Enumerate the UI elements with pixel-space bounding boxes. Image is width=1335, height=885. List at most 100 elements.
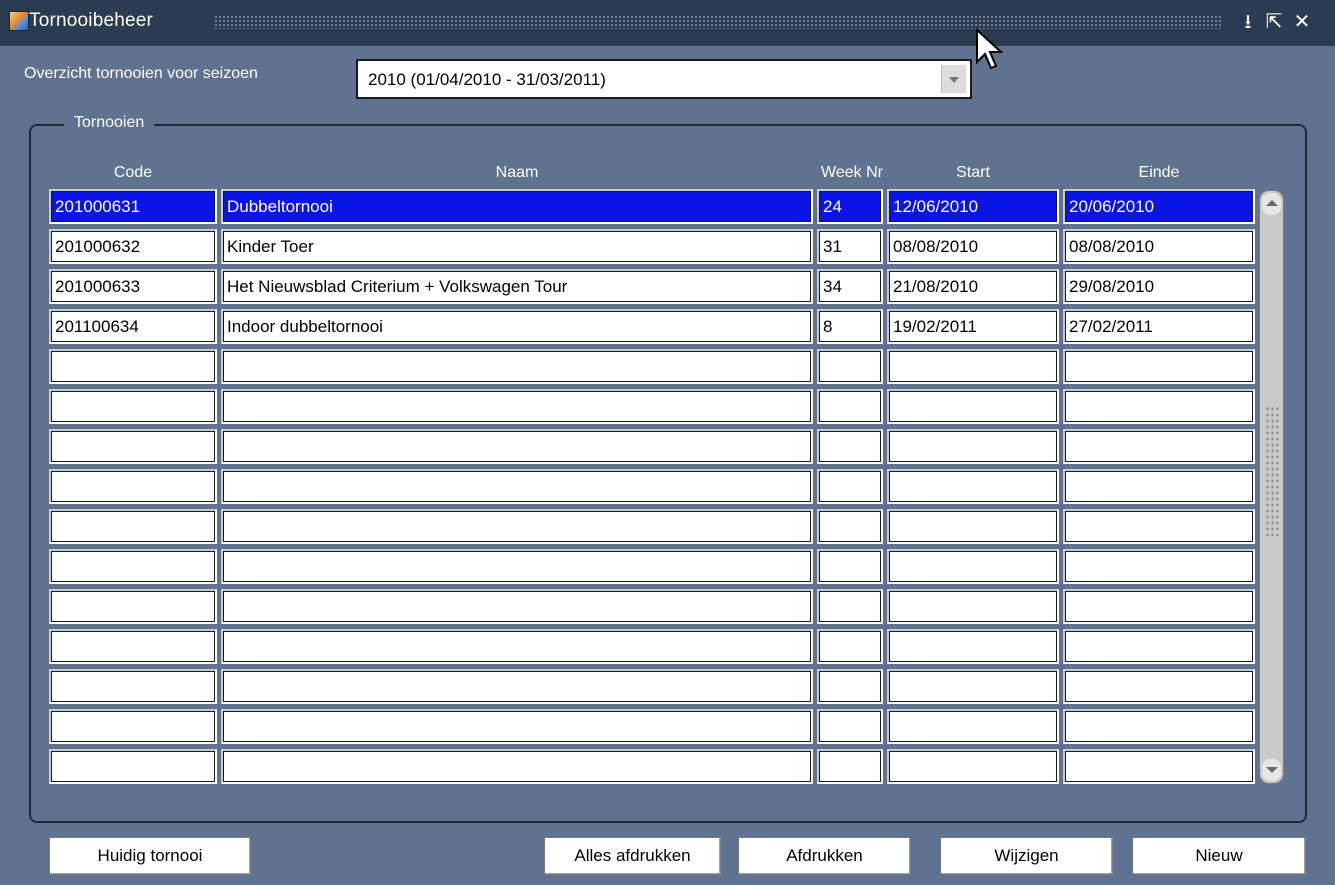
cell-naam[interactable] [221, 749, 813, 784]
cell-week[interactable]: 31 [817, 229, 883, 264]
table-row[interactable] [49, 549, 1255, 587]
cell-einde[interactable] [1063, 429, 1255, 464]
cell-week[interactable]: 24 [817, 189, 883, 224]
cell-code[interactable] [49, 749, 217, 784]
cell-week[interactable] [817, 709, 883, 744]
cell-naam[interactable] [221, 389, 813, 424]
table-row[interactable]: 201000632 Kinder Toer 31 08/08/2010 08/0… [49, 229, 1255, 267]
cell-naam[interactable] [221, 429, 813, 464]
cell-code[interactable] [49, 709, 217, 744]
cell-einde[interactable]: 20/06/2010 [1063, 189, 1255, 224]
table-row[interactable] [49, 469, 1255, 507]
maximize-icon[interactable]: ⇱ [1264, 12, 1284, 32]
scroll-down-icon[interactable] [1262, 759, 1281, 781]
cell-week[interactable]: 34 [817, 269, 883, 304]
cell-naam[interactable] [221, 509, 813, 544]
cell-code[interactable] [49, 429, 217, 464]
cell-naam[interactable] [221, 669, 813, 704]
cell-code[interactable] [49, 589, 217, 624]
table-row[interactable] [49, 389, 1255, 427]
cell-einde[interactable] [1063, 469, 1255, 504]
cell-naam[interactable] [221, 549, 813, 584]
print-button[interactable]: Afdrukken [738, 837, 911, 875]
cell-week[interactable] [817, 509, 883, 544]
table-row[interactable] [49, 749, 1255, 787]
cell-naam[interactable]: Kinder Toer [221, 229, 813, 264]
cell-einde[interactable] [1063, 589, 1255, 624]
scroll-up-icon[interactable] [1262, 193, 1281, 215]
cell-start[interactable] [887, 749, 1059, 784]
close-icon[interactable]: ✕ [1292, 12, 1312, 32]
table-row[interactable] [49, 349, 1255, 387]
cell-code[interactable] [49, 549, 217, 584]
cell-einde[interactable]: 27/02/2011 [1063, 309, 1255, 344]
minimize-icon[interactable]: ⭳ [1238, 12, 1258, 32]
edit-button[interactable]: Wijzigen [940, 837, 1113, 875]
cell-code[interactable] [49, 469, 217, 504]
cell-einde[interactable] [1063, 509, 1255, 544]
cell-einde[interactable] [1063, 709, 1255, 744]
cell-start[interactable] [887, 629, 1059, 664]
cell-naam[interactable] [221, 629, 813, 664]
cell-naam[interactable]: Het Nieuwsblad Criterium + Volkswagen To… [221, 269, 813, 304]
title-bar[interactable]: Tornooibeheer ⭳ ⇱ ✕ [0, 0, 1335, 46]
table-scrollbar[interactable] [1259, 190, 1284, 784]
cell-start[interactable]: 08/08/2010 [887, 229, 1059, 264]
cell-week[interactable] [817, 669, 883, 704]
cell-start[interactable] [887, 549, 1059, 584]
cell-naam[interactable]: Dubbeltornooi [221, 189, 813, 224]
cell-week[interactable] [817, 629, 883, 664]
cell-start[interactable] [887, 589, 1059, 624]
cell-week[interactable]: 8 [817, 309, 883, 344]
cell-einde[interactable] [1063, 549, 1255, 584]
cell-einde[interactable] [1063, 629, 1255, 664]
cell-start[interactable] [887, 349, 1059, 384]
new-button[interactable]: Nieuw [1132, 837, 1306, 875]
table-row[interactable]: 201000631 Dubbeltornooi 24 12/06/2010 20… [49, 189, 1255, 227]
cell-einde[interactable] [1063, 389, 1255, 424]
cell-code[interactable] [49, 669, 217, 704]
table-row[interactable] [49, 509, 1255, 547]
cell-week[interactable] [817, 749, 883, 784]
title-bar-drag-area[interactable] [214, 15, 1222, 29]
cell-start[interactable] [887, 469, 1059, 504]
cell-einde[interactable] [1063, 749, 1255, 784]
table-row[interactable]: 201000633 Het Nieuwsblad Criterium + Vol… [49, 269, 1255, 307]
cell-einde[interactable]: 29/08/2010 [1063, 269, 1255, 304]
cell-start[interactable] [887, 509, 1059, 544]
cell-start[interactable] [887, 669, 1059, 704]
cell-naam[interactable] [221, 589, 813, 624]
cell-start[interactable]: 21/08/2010 [887, 269, 1059, 304]
cell-code[interactable]: 201000631 [49, 189, 217, 224]
table-row[interactable] [49, 429, 1255, 467]
table-row[interactable] [49, 669, 1255, 707]
table-row[interactable] [49, 629, 1255, 667]
cell-code[interactable] [49, 629, 217, 664]
cell-start[interactable]: 12/06/2010 [887, 189, 1059, 224]
cell-code[interactable] [49, 389, 217, 424]
cell-week[interactable] [817, 389, 883, 424]
table-row[interactable]: 201100634 Indoor dubbeltornooi 8 19/02/2… [49, 309, 1255, 347]
cell-week[interactable] [817, 469, 883, 504]
cell-start[interactable] [887, 429, 1059, 464]
cell-naam[interactable] [221, 709, 813, 744]
cell-start[interactable] [887, 389, 1059, 424]
cell-code[interactable]: 201000633 [49, 269, 217, 304]
chevron-down-icon[interactable] [941, 65, 966, 93]
cell-naam[interactable] [221, 349, 813, 384]
cell-naam[interactable]: Indoor dubbeltornooi [221, 309, 813, 344]
cell-einde[interactable]: 08/08/2010 [1063, 229, 1255, 264]
cell-code[interactable] [49, 349, 217, 384]
print-all-button[interactable]: Alles afdrukken [544, 837, 721, 875]
season-select[interactable]: 2010 (01/04/2010 - 31/03/2011) [356, 59, 972, 99]
cell-code[interactable] [49, 509, 217, 544]
current-tournament-button[interactable]: Huidig tornooi [49, 837, 251, 875]
cell-code[interactable]: 201100634 [49, 309, 217, 344]
table-row[interactable] [49, 589, 1255, 627]
cell-einde[interactable] [1063, 349, 1255, 384]
cell-week[interactable] [817, 589, 883, 624]
table-row[interactable] [49, 709, 1255, 747]
scrollbar-grip-icon[interactable] [1265, 406, 1279, 536]
cell-week[interactable] [817, 549, 883, 584]
cell-week[interactable] [817, 429, 883, 464]
